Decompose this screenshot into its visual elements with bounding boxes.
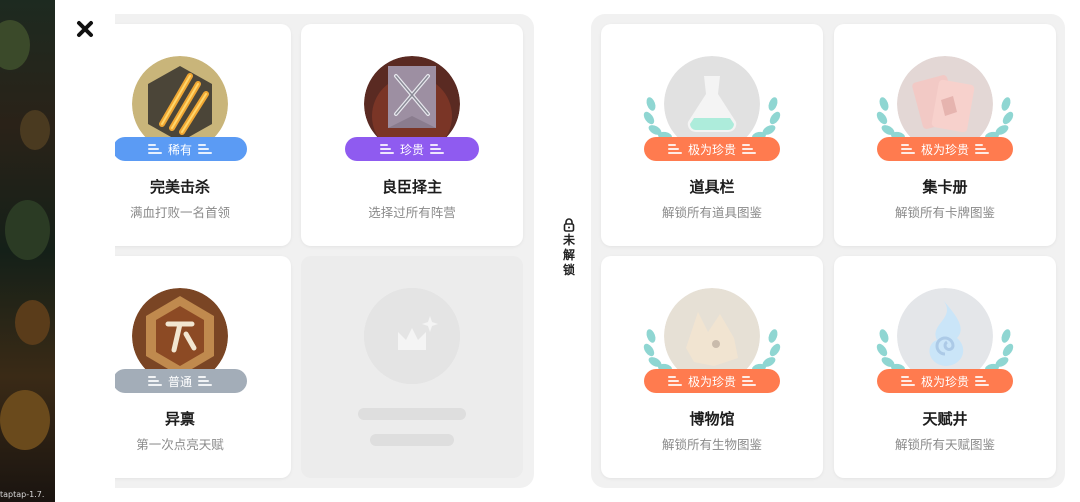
achievement-card-item-bar[interactable]: 极为珍贵 道具栏 解锁所有道具图鉴 (601, 24, 823, 246)
close-icon (77, 21, 93, 37)
lock-label-char: 未 (562, 233, 575, 247)
achievement-card-talent-well[interactable]: 极为珍贵 天赋井 解锁所有天赋图鉴 (834, 256, 1056, 478)
achievement-desc: 解锁所有天赋图鉴 (894, 437, 995, 452)
rarity-label: 极为珍贵 (687, 142, 736, 157)
rarity-label: 极为珍贵 (920, 374, 969, 389)
achievement-title: 完美击杀 (149, 178, 210, 196)
rarity-badge: 极为珍贵 (644, 369, 780, 393)
rarity-badge: 稀有 (115, 137, 247, 161)
achievement-desc: 解锁所有道具图鉴 (661, 205, 762, 220)
rarity-label: 稀有 (167, 142, 192, 157)
achievement-desc: 解锁所有卡牌图鉴 (894, 205, 995, 220)
rarity-badge: 普通 (115, 369, 247, 393)
rarity-label: 普通 (167, 374, 192, 389)
rarity-badge: 珍贵 (345, 137, 479, 161)
achievement-card-talent[interactable]: 普通 异禀 第一次点亮天赋 (115, 256, 291, 478)
close-button[interactable] (72, 16, 98, 42)
placeholder-title-bar (358, 408, 466, 420)
lock-label-char: 解 (562, 248, 575, 262)
rarity-badge: 极为珍贵 (877, 369, 1013, 393)
rarity-label: 珍贵 (399, 142, 424, 157)
achievement-title: 集卡册 (922, 178, 968, 196)
achievement-title: 博物馆 (689, 410, 735, 428)
version-label: taptap-1.7. (0, 490, 45, 499)
achievement-card-museum[interactable]: 极为珍贵 博物馆 解锁所有生物图鉴 (601, 256, 823, 478)
placeholder-desc-bar (370, 434, 454, 446)
locked-section-label: 未 解 锁 (558, 218, 580, 277)
game-background: taptap-1.7. (0, 0, 55, 502)
unlocked-achievements-panel: 稀有 完美击杀 满血打败一名首领 珍贵 良臣择主 选择过所有阵营 普通 异禀 第… (115, 14, 534, 488)
placeholder-crown-icon (364, 288, 460, 384)
rarity-label: 极为珍贵 (687, 374, 736, 389)
achievement-desc: 第一次点亮天赋 (136, 437, 224, 452)
rarity-label: 极为珍贵 (920, 142, 969, 157)
achievement-title: 道具栏 (689, 178, 735, 196)
achievement-desc: 解锁所有生物图鉴 (661, 437, 762, 452)
achievement-title: 异禀 (164, 410, 195, 428)
achievement-desc: 选择过所有阵营 (368, 205, 456, 220)
achievement-title: 良臣择主 (381, 178, 442, 196)
empty-achievement-slot (301, 256, 523, 478)
lock-label-char: 锁 (562, 263, 575, 277)
rarity-badge: 极为珍贵 (877, 137, 1013, 161)
locked-achievements-panel: 极为珍贵 道具栏 解锁所有道具图鉴 极为珍贵 集卡册 解锁所有卡牌图鉴 极为珍贵… (591, 14, 1065, 488)
achievement-title: 天赋井 (922, 410, 968, 428)
achievement-card-loyal-minister[interactable]: 珍贵 良臣择主 选择过所有阵营 (301, 24, 523, 246)
achievement-desc: 满血打败一名首领 (129, 205, 230, 220)
achievement-card-card-album[interactable]: 极为珍贵 集卡册 解锁所有卡牌图鉴 (834, 24, 1056, 246)
rarity-badge: 极为珍贵 (644, 137, 780, 161)
achievement-card-perfect-kill[interactable]: 稀有 完美击杀 满血打败一名首领 (115, 24, 291, 246)
lock-icon (563, 218, 575, 232)
